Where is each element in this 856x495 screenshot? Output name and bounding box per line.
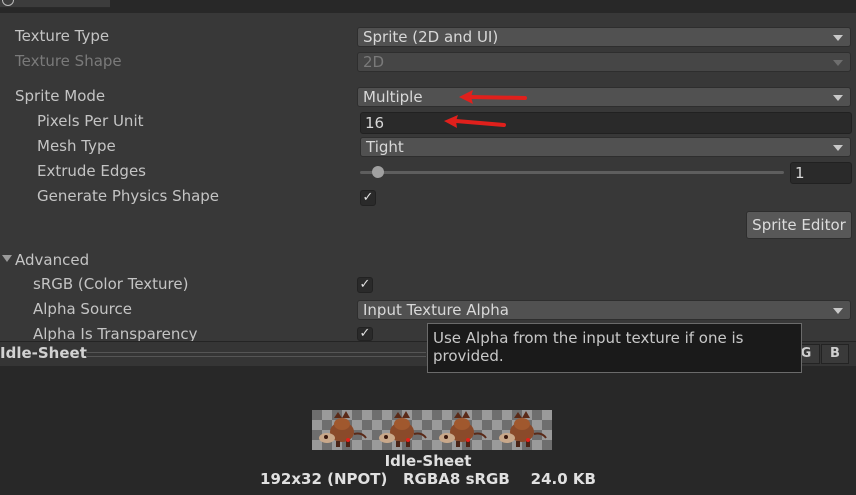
texture-type-label: Texture Type xyxy=(15,27,110,45)
extrude-edges-slider-thumb[interactable] xyxy=(372,166,384,178)
generate-physics-shape-label: Generate Physics Shape xyxy=(37,187,220,205)
chevron-down-icon xyxy=(833,145,843,151)
sprite-sheet-image xyxy=(312,410,552,450)
alpha-is-transparency-label: Alpha Is Transparency xyxy=(33,325,198,341)
texture-shape-dropdown: 2D xyxy=(357,52,851,72)
sprite-mode-value: Multiple xyxy=(363,88,423,106)
chevron-down-icon xyxy=(833,308,843,314)
extrude-edges-input[interactable]: 1 xyxy=(790,162,852,184)
alpha-source-label: Alpha Source xyxy=(33,300,132,318)
mesh-type-value: Tight xyxy=(366,138,404,156)
alpha-source-value: Input Texture Alpha xyxy=(363,301,509,319)
mesh-type-label: Mesh Type xyxy=(37,137,116,155)
asset-name: Idle-Sheet xyxy=(384,452,472,470)
top-tab-strip xyxy=(0,0,856,13)
alpha-source-tooltip: Use Alpha from the input texture if one … xyxy=(427,323,802,373)
asset-info: 192x32 (NPOT) RGBA8 sRGB 24.0 KB xyxy=(260,470,596,488)
sprite-editor-button[interactable]: Sprite Editor xyxy=(746,211,852,239)
texture-type-value: Sprite (2D and UI) xyxy=(363,28,499,46)
sprite-mode-dropdown[interactable]: Multiple xyxy=(357,87,851,107)
alpha-source-dropdown[interactable]: Input Texture Alpha xyxy=(357,300,851,320)
alpha-is-transparency-checkbox[interactable]: ✓ xyxy=(357,327,373,341)
drag-handle[interactable] xyxy=(86,352,426,357)
foldout-arrow-icon[interactable] xyxy=(2,255,12,262)
texture-type-dropdown[interactable]: Sprite (2D and UI) xyxy=(357,27,851,47)
texture-shape-value: 2D xyxy=(363,53,385,71)
srgb-checkbox[interactable]: ✓ xyxy=(357,277,373,293)
extrude-edges-slider-track[interactable] xyxy=(360,171,784,174)
preview-title: Idle-Sheet xyxy=(0,344,87,362)
inspector-tab[interactable] xyxy=(0,0,110,8)
annotation-arrow-icon xyxy=(459,90,527,104)
pixels-per-unit-input[interactable]: 16 xyxy=(360,112,852,134)
pixels-per-unit-label: Pixels Per Unit xyxy=(37,112,144,130)
chevron-down-icon xyxy=(833,60,843,66)
advanced-foldout-label[interactable]: Advanced xyxy=(15,250,89,270)
annotation-arrow-icon xyxy=(444,115,506,128)
inspector-icon xyxy=(2,0,14,6)
chevron-down-icon xyxy=(833,95,843,101)
channel-b-button[interactable]: B xyxy=(821,344,849,364)
extrude-edges-label: Extrude Edges xyxy=(37,162,146,180)
chevron-down-icon xyxy=(833,35,843,41)
generate-physics-shape-checkbox[interactable]: ✓ xyxy=(360,190,376,206)
srgb-label: sRGB (Color Texture) xyxy=(33,275,189,293)
texture-shape-label: Texture Shape xyxy=(15,52,122,70)
mesh-type-dropdown[interactable]: Tight xyxy=(360,137,851,157)
sprite-mode-label: Sprite Mode xyxy=(15,87,106,105)
